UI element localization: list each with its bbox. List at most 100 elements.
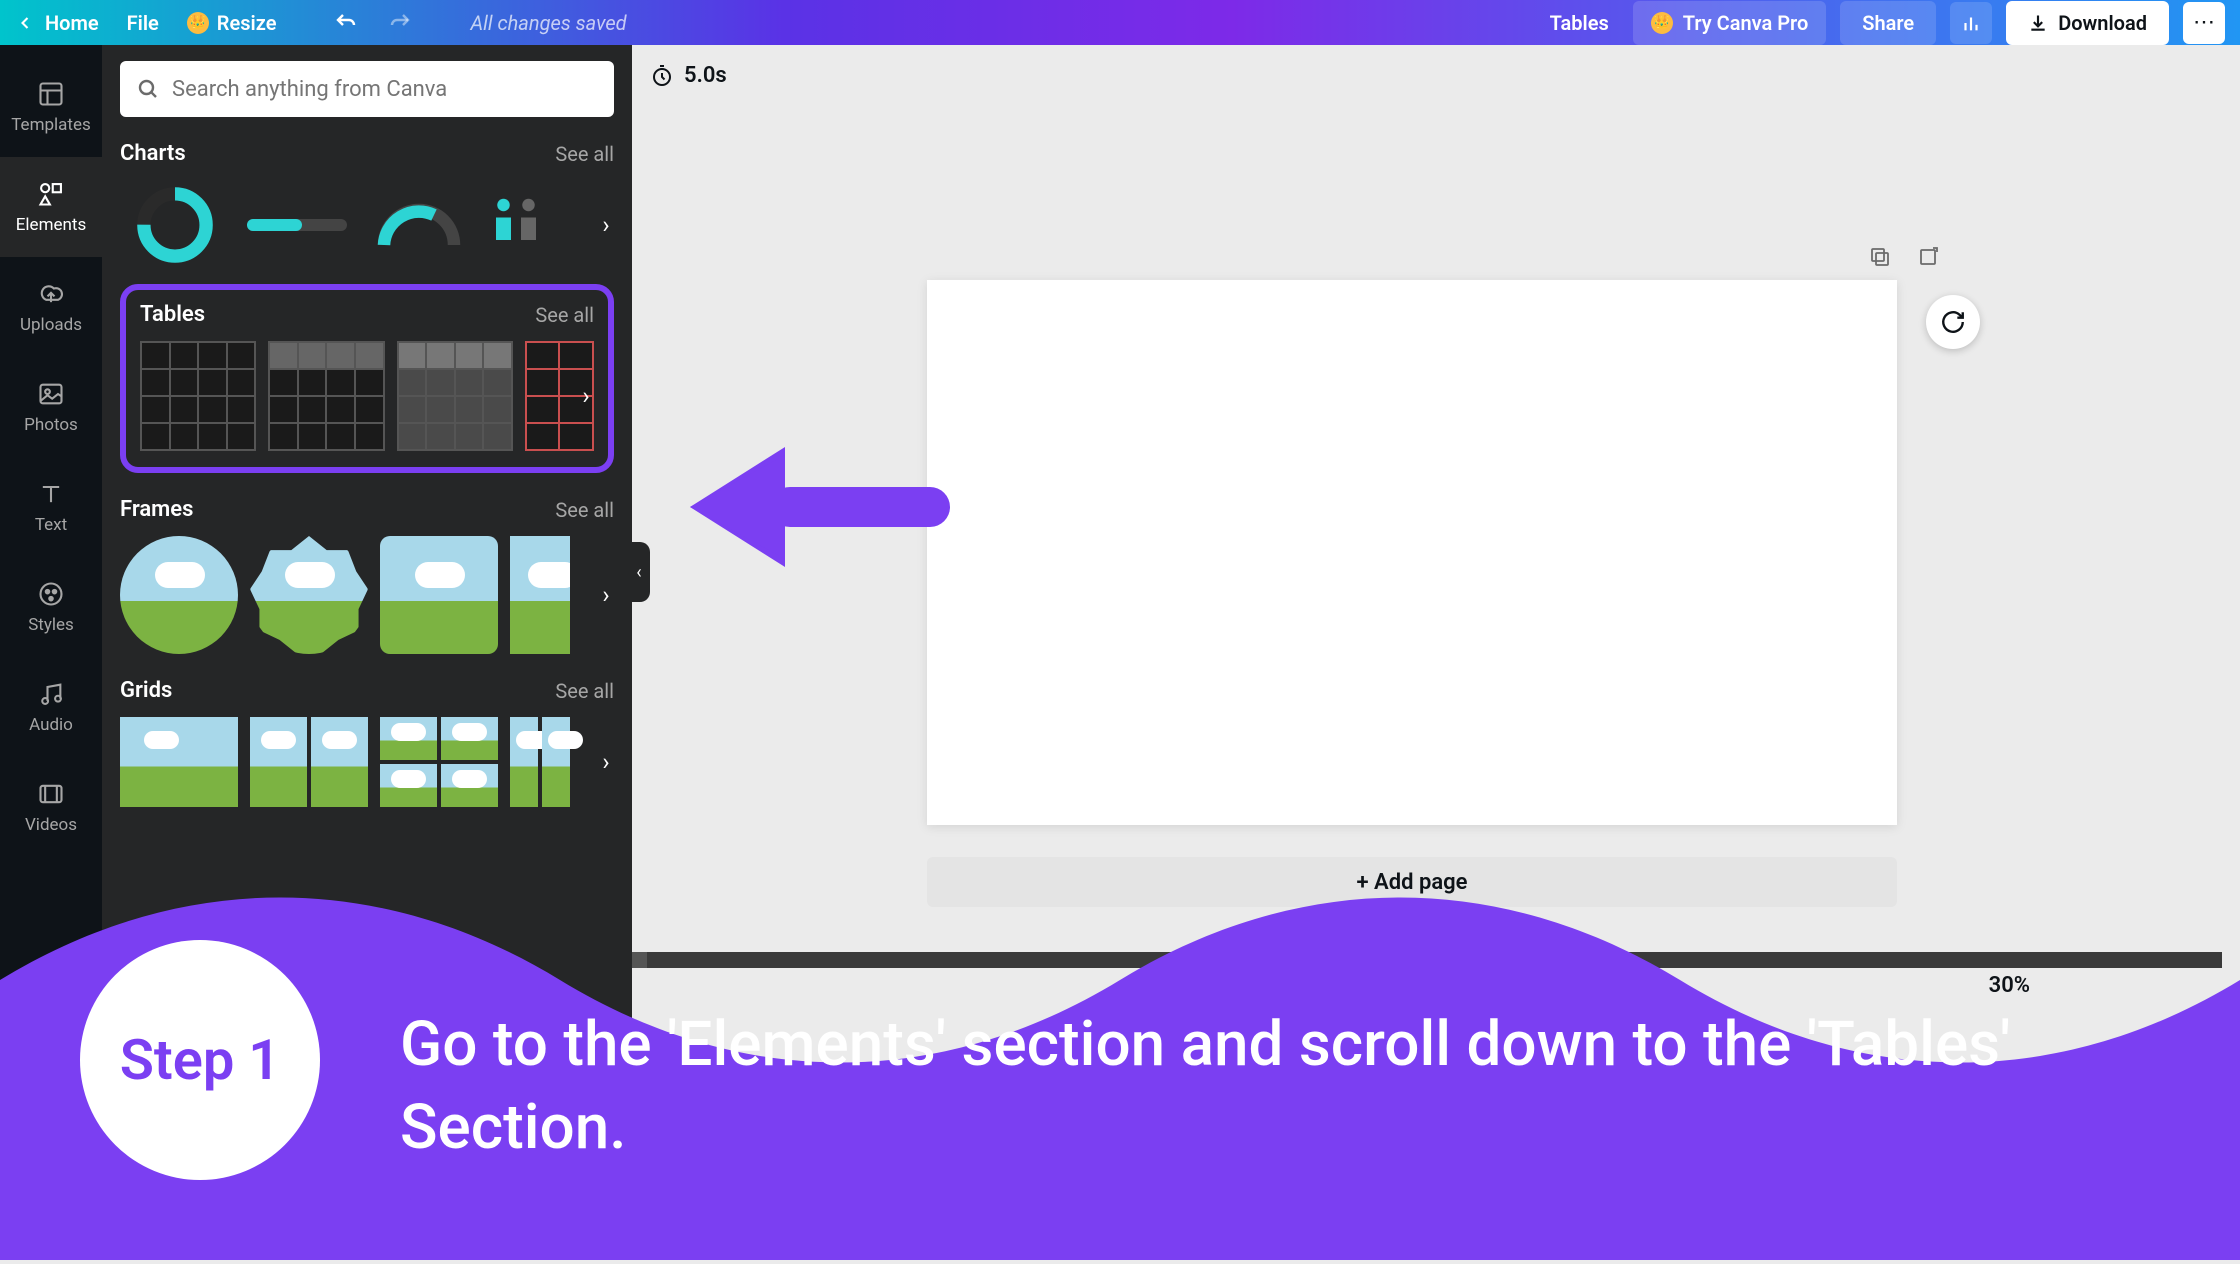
document-title[interactable]: Tables xyxy=(1540,5,1619,41)
duplicate-page-icon[interactable] xyxy=(1868,245,1892,269)
elements-icon xyxy=(36,179,66,209)
tables-title: Tables xyxy=(140,302,205,327)
undo-button[interactable] xyxy=(334,11,358,35)
frames-row: › xyxy=(120,536,614,654)
home-label: Home xyxy=(45,11,99,35)
sidebar-audio[interactable]: Audio xyxy=(0,657,102,757)
sidebar-videos[interactable]: Videos xyxy=(0,757,102,857)
annotation-arrow xyxy=(690,435,960,579)
chart-gauge[interactable] xyxy=(364,180,474,270)
styles-icon xyxy=(36,579,66,609)
frame-partial[interactable] xyxy=(510,536,570,654)
frame-flower[interactable] xyxy=(250,536,368,654)
videos-icon xyxy=(36,779,66,809)
charts-title: Charts xyxy=(120,141,186,166)
share-label: Share xyxy=(1862,11,1914,35)
more-menu-button[interactable]: ⋯ xyxy=(2183,2,2225,44)
audio-icon xyxy=(36,679,66,709)
sidebar-label: Uploads xyxy=(20,315,82,335)
top-toolbar: Home File 👑 Resize All changes saved Tab… xyxy=(0,0,2240,45)
grid-partial[interactable] xyxy=(510,717,570,807)
tables-seeall[interactable]: See all xyxy=(535,303,594,327)
step-badge: Step 1 xyxy=(80,940,320,1180)
search-input[interactable] xyxy=(172,77,598,102)
refresh-icon xyxy=(1940,309,1966,335)
tables-next[interactable]: › xyxy=(572,382,600,410)
resize-button[interactable]: 👑 Resize xyxy=(187,11,277,35)
tables-header: Tables See all xyxy=(140,302,594,327)
tables-row: › xyxy=(140,341,594,451)
duration-text: 5.0s xyxy=(684,63,727,88)
charts-next[interactable]: › xyxy=(592,211,620,239)
grids-next[interactable]: › xyxy=(592,748,620,776)
photos-icon xyxy=(36,379,66,409)
annotation-text: Go to the 'Elements' section and scroll … xyxy=(400,1003,2180,1170)
grid-1[interactable] xyxy=(120,717,238,807)
download-label: Download xyxy=(2058,11,2147,35)
grid-4[interactable] xyxy=(380,717,498,807)
try-pro-label: Try Canva Pro xyxy=(1683,11,1809,35)
doc-title-text: Tables xyxy=(1550,11,1609,35)
file-label: File xyxy=(127,11,159,35)
frames-next[interactable]: › xyxy=(592,581,620,609)
table-template-striped[interactable] xyxy=(397,341,513,451)
sidebar-uploads[interactable]: Uploads xyxy=(0,257,102,357)
refresh-button[interactable] xyxy=(1926,295,1980,349)
page-action-icons xyxy=(1868,245,1940,269)
table-template-header[interactable] xyxy=(268,341,384,451)
sidebar-text[interactable]: Text xyxy=(0,457,102,557)
sidebar-label: Elements xyxy=(16,215,86,235)
chart-pictogram[interactable] xyxy=(486,180,546,270)
sidebar-label: Photos xyxy=(24,415,78,435)
charts-row: › xyxy=(120,180,614,270)
topbar-left: Home File 👑 Resize All changes saved xyxy=(15,11,627,35)
resize-label: Resize xyxy=(217,11,277,35)
grids-seeall[interactable]: See all xyxy=(555,679,614,703)
text-icon xyxy=(36,479,66,509)
frame-circle[interactable] xyxy=(120,536,238,654)
redo-button[interactable] xyxy=(388,11,412,35)
grid-2[interactable] xyxy=(250,717,368,807)
insights-button[interactable] xyxy=(1950,2,1992,44)
file-menu[interactable]: File xyxy=(127,11,159,35)
charts-header: Charts See all xyxy=(120,141,614,166)
charts-seeall[interactable]: See all xyxy=(555,142,614,166)
sidebar-label: Text xyxy=(35,515,67,535)
uploads-icon xyxy=(36,279,66,309)
chart-progress-bar[interactable] xyxy=(242,180,352,270)
frame-square[interactable] xyxy=(380,536,498,654)
sidebar-label: Videos xyxy=(25,815,77,835)
new-page-icon[interactable] xyxy=(1916,245,1940,269)
grids-row: › xyxy=(120,717,614,807)
table-template-plain[interactable] xyxy=(140,341,256,451)
step-label: Step 1 xyxy=(120,1027,281,1093)
download-button[interactable]: Download xyxy=(2006,1,2169,45)
sidebar-photos[interactable]: Photos xyxy=(0,357,102,457)
panel-collapse-handle[interactable]: ‹ xyxy=(628,542,650,602)
tables-section-highlight: Tables See all › xyxy=(120,284,614,473)
topbar-right: Tables 👑 Try Canva Pro Share Download ⋯ xyxy=(1540,1,2225,45)
search-box[interactable] xyxy=(120,61,614,117)
clock-icon xyxy=(650,64,674,88)
grids-header: Grids See all xyxy=(120,678,614,703)
share-button[interactable]: Share xyxy=(1840,1,1936,45)
crown-icon: 👑 xyxy=(1651,12,1673,34)
try-canva-pro-button[interactable]: 👑 Try Canva Pro xyxy=(1633,1,1827,45)
crown-icon: 👑 xyxy=(187,12,209,34)
save-status: All changes saved xyxy=(470,11,626,35)
sidebar-elements[interactable]: Elements xyxy=(0,157,102,257)
canvas-page[interactable] xyxy=(927,280,1897,825)
sidebar-styles[interactable]: Styles xyxy=(0,557,102,657)
frames-title: Frames xyxy=(120,497,193,522)
frames-seeall[interactable]: See all xyxy=(555,498,614,522)
templates-icon xyxy=(36,79,66,109)
search-icon xyxy=(136,77,160,101)
chart-donut[interactable] xyxy=(120,180,230,270)
sidebar-label: Templates xyxy=(11,115,91,135)
home-button[interactable]: Home xyxy=(15,11,99,35)
frames-header: Frames See all xyxy=(120,497,614,522)
undo-redo-group xyxy=(334,11,412,35)
duration-display[interactable]: 5.0s xyxy=(650,63,727,88)
grids-title: Grids xyxy=(120,678,172,703)
sidebar-templates[interactable]: Templates xyxy=(0,57,102,157)
